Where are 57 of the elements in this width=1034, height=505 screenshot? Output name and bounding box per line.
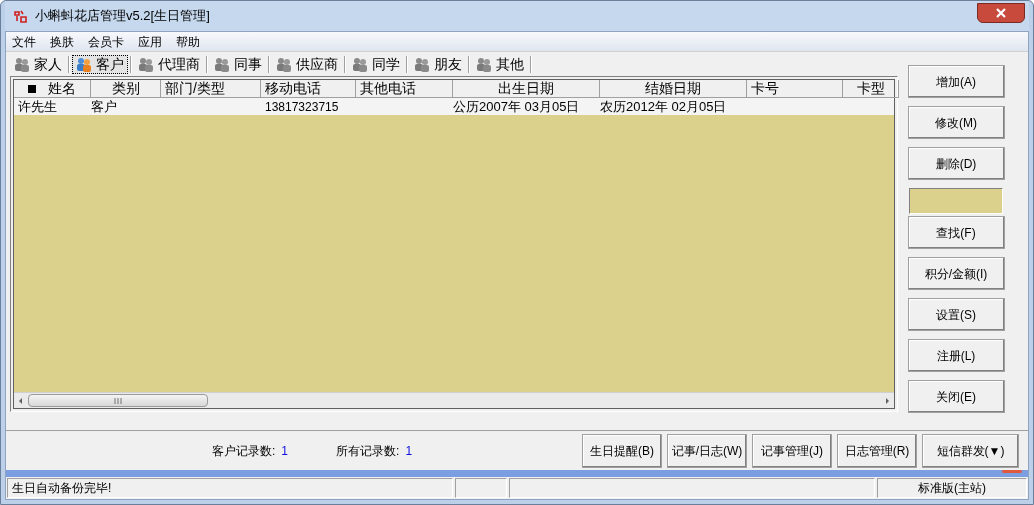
table-cell-text: 公历2007年 03月05日 xyxy=(453,97,580,116)
button[interactable]: 短信群发(▼) xyxy=(922,433,1019,468)
tab[interactable]: 朋友 xyxy=(410,54,466,74)
people-icon xyxy=(276,56,292,72)
table-cell-text: 13817323715 xyxy=(265,98,339,116)
tab[interactable]: 家人 xyxy=(10,54,66,74)
close-icon xyxy=(995,8,1007,18)
table-cell-text: 许先生 xyxy=(18,97,57,116)
people-icon xyxy=(14,56,30,72)
menu-item[interactable]: 会员卡 xyxy=(88,32,124,51)
window-title: 小蝌蚪花店管理v5.2[生日管理] xyxy=(35,7,210,26)
status-message: 生日自动备份完毕! xyxy=(7,478,453,498)
people-icon xyxy=(476,56,492,72)
people-icon xyxy=(138,56,154,72)
button[interactable]: 记事/日志(W) xyxy=(667,433,747,468)
table-cell-text: 农历2012年 02月05日 xyxy=(600,97,727,116)
button[interactable]: 积分/金额(I) xyxy=(907,257,1005,290)
menu-item[interactable]: 帮助 xyxy=(176,32,200,51)
column-label: 姓名 xyxy=(48,79,76,98)
status-edition: 标准版(主站) xyxy=(877,478,1027,498)
people-icon xyxy=(414,56,430,72)
grip-icon xyxy=(114,397,122,404)
tab[interactable]: 供应商 xyxy=(272,54,342,74)
button[interactable]: 增加(A) xyxy=(907,65,1005,98)
button[interactable]: 注册(L) xyxy=(907,339,1005,372)
menu-item[interactable]: 文件 xyxy=(12,32,36,51)
progress-mark xyxy=(1002,470,1022,473)
button[interactable]: 关闭(E) xyxy=(907,380,1005,413)
button[interactable]: 生日提醒(B) xyxy=(582,433,662,468)
table-row[interactable]: 许先生 客户 13817323715 公历2007年 03月05日 农历2012年 02月05日 xyxy=(14,98,894,115)
table-cell-text: 客户 xyxy=(91,97,117,116)
button[interactable]: 修改(M) xyxy=(907,106,1005,139)
square-icon xyxy=(28,84,36,93)
menu-item[interactable]: 应用 xyxy=(138,32,162,51)
count-value: 1 xyxy=(405,442,413,460)
tab[interactable]: 代理商 xyxy=(134,54,204,74)
count-label: 客户记录数: xyxy=(212,442,276,460)
tab[interactable]: 同学 xyxy=(348,54,404,74)
tab[interactable]: 同事 xyxy=(210,54,266,74)
people-icon xyxy=(352,56,368,72)
button[interactable]: 设置(S) xyxy=(907,298,1005,331)
count-label: 所有记录数: xyxy=(336,442,400,460)
button[interactable]: 记事管理(J) xyxy=(752,433,832,468)
tab[interactable]: 客户 xyxy=(72,54,128,74)
horizontal-scrollbar[interactable] xyxy=(14,392,894,408)
button[interactable]: 删除(D) xyxy=(907,147,1005,180)
count-value: 1 xyxy=(281,442,289,460)
button[interactable]: 查找(F) xyxy=(907,216,1005,249)
close-button[interactable] xyxy=(977,3,1025,23)
button[interactable]: 日志管理(R) xyxy=(837,433,917,468)
people-icon xyxy=(214,56,230,72)
tab[interactable]: 其他 xyxy=(472,54,528,74)
scrollbar-thumb[interactable] xyxy=(28,394,208,407)
input-field[interactable] xyxy=(909,188,1003,214)
status-panel xyxy=(455,478,507,498)
menu-item[interactable]: 换肤 xyxy=(50,32,74,51)
people-icon xyxy=(76,56,92,72)
